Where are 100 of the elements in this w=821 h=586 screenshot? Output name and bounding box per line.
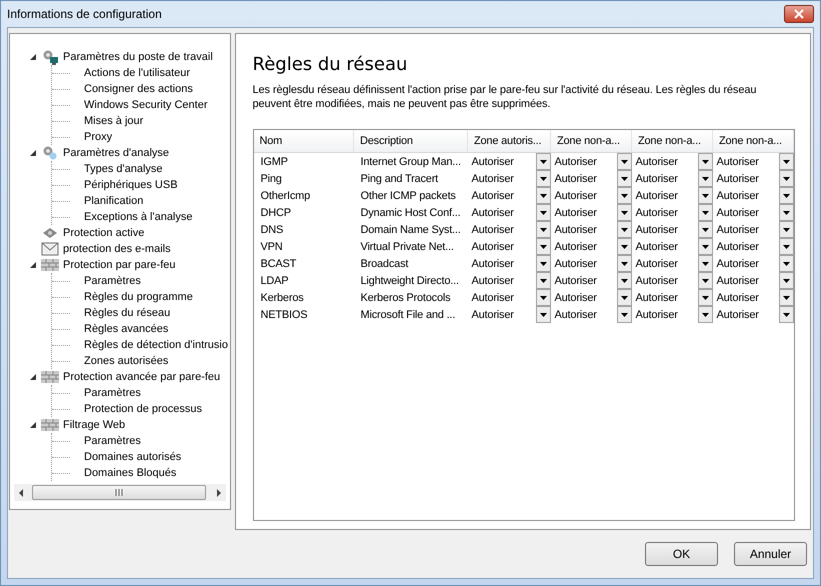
tree-item[interactable]: Protection avancée par pare-feu (62, 371, 222, 383)
dropdown[interactable]: Autoriser (716, 170, 794, 186)
dropdown[interactable]: Autoriser (716, 204, 794, 220)
dropdown[interactable]: Autoriser (636, 222, 712, 238)
tree-item[interactable]: Protection active (62, 227, 146, 239)
dropdown[interactable]: Autoriser (636, 290, 712, 306)
dropdown-arrow-icon (782, 176, 790, 180)
column-header[interactable]: Zone non-a... (632, 130, 712, 152)
dropdown[interactable]: Autoriser (554, 170, 632, 186)
dropdown[interactable]: Autoriser (472, 204, 550, 220)
table-cell-text: BCAST (260, 256, 298, 272)
close-button[interactable] (784, 5, 814, 23)
dropdown[interactable]: Autoriser (636, 154, 712, 170)
tree-item[interactable]: Proxy (84, 131, 112, 143)
tree-item[interactable]: Types d'analyse (84, 163, 163, 175)
dropdown[interactable]: Autoriser (472, 256, 550, 272)
dialog-button[interactable]: OK (645, 542, 718, 566)
tree-item[interactable]: Protection par pare-feu (62, 259, 177, 271)
dropdown[interactable]: Autoriser (472, 154, 550, 170)
brick-wall-icon (41, 259, 59, 271)
dropdown-arrow-icon (782, 244, 790, 248)
tree-item[interactable]: Paramètres du poste de travail (62, 51, 214, 63)
tree-item[interactable]: Actions de l'utilisateur (84, 67, 190, 79)
dropdown[interactable]: Autoriser (636, 170, 712, 186)
tree-item[interactable]: Règles du programme (84, 291, 193, 303)
scrollbar-thumb[interactable] (32, 485, 206, 500)
tree-item[interactable]: protection des e-mails (62, 243, 172, 255)
dropdown[interactable]: Autoriser (472, 306, 550, 322)
tree-item[interactable]: Règles de détection d'intrusio (84, 339, 228, 351)
tree-item[interactable]: Paramètres (84, 387, 141, 399)
dropdown[interactable]: Autoriser (636, 306, 712, 322)
dropdown[interactable]: Autoriser (716, 238, 794, 254)
column-header[interactable]: Description (354, 130, 468, 152)
table-cell-text: Other ICMP packets (360, 188, 457, 204)
table-cell: IGMP (254, 152, 354, 170)
tree-item[interactable]: Consigner des actions (84, 83, 193, 95)
dropdown[interactable]: Autoriser (716, 154, 794, 170)
dropdown[interactable]: Autoriser (716, 222, 794, 238)
expander-icon[interactable] (28, 148, 38, 158)
dropdown[interactable]: Autoriser (472, 238, 550, 254)
dropdown[interactable]: Autoriser (716, 272, 794, 288)
dropdown[interactable]: Autoriser (716, 256, 794, 272)
expander-icon[interactable] (28, 52, 38, 62)
dropdown[interactable]: Autoriser (716, 290, 794, 306)
tree-item[interactable]: Règles avancées (84, 323, 168, 335)
dropdown[interactable]: Autoriser (554, 272, 632, 288)
dropdown[interactable]: Autoriser (472, 290, 550, 306)
dropdown-arrow-icon (702, 296, 708, 300)
column-header[interactable]: Zone non-a... (712, 130, 794, 152)
tree-item[interactable]: Paramètres (84, 435, 141, 447)
tree-item[interactable]: Périphériques USB (84, 179, 178, 191)
dropdown[interactable]: Autoriser (472, 222, 550, 238)
dropdown[interactable]: Autoriser (554, 154, 632, 170)
table-cell-text: LDAP (260, 274, 290, 288)
dropdown[interactable]: Autoriser (636, 204, 712, 220)
tree-item[interactable]: Mises à jour (84, 115, 144, 127)
expander-icon[interactable] (28, 260, 38, 270)
tree-item[interactable]: Planification (84, 195, 144, 207)
dropdown[interactable]: Autoriser (716, 188, 794, 204)
dropdown[interactable]: Autoriser (554, 204, 632, 220)
expander-icon[interactable] (28, 420, 38, 430)
dropdown[interactable]: Autoriser (636, 272, 712, 288)
dropdown[interactable]: Autoriser (472, 272, 550, 288)
dropdown[interactable]: Autoriser (636, 238, 712, 254)
dropdown-arrow-icon (540, 262, 546, 266)
table-cell-text: Dynamic Host Conf... (360, 206, 462, 220)
tree-item[interactable]: Paramètres (84, 275, 141, 287)
dropdown[interactable]: Autoriser (554, 238, 632, 254)
dropdown[interactable]: Autoriser (636, 256, 712, 272)
dialog-button[interactable]: Annuler (734, 542, 807, 566)
tree-item[interactable]: Paramètres d'analyse (62, 147, 170, 159)
dropdown-arrow-icon (620, 262, 628, 266)
dropdown[interactable]: Autoriser (636, 188, 712, 204)
tree-item[interactable]: Windows Security Center (84, 99, 208, 111)
tree-item[interactable]: Protection de processus (84, 403, 202, 415)
column-header[interactable]: Nom (254, 130, 354, 152)
tree-item[interactable]: Exceptions à l'analyse (84, 211, 192, 223)
tree-item[interactable]: Domaines autorisés (84, 451, 182, 463)
column-header[interactable]: Zone autoris... (468, 130, 550, 152)
dropdown[interactable]: Autoriser (554, 256, 632, 272)
envelope-icon (41, 242, 59, 256)
table-cell-text: OtherIcmp (260, 188, 312, 204)
dropdown[interactable]: Autoriser (554, 306, 632, 322)
dropdown-arrow-icon (782, 210, 790, 214)
dropdown[interactable]: Autoriser (716, 306, 794, 322)
dropdown[interactable]: Autoriser (554, 188, 632, 204)
tree-item[interactable]: Filtrage Web (62, 419, 126, 431)
tree-item[interactable]: Règles du réseau (84, 307, 170, 319)
dropdown-arrow-icon (782, 296, 790, 300)
column-header[interactable]: Zone non-a... (550, 130, 632, 152)
tree-item[interactable]: Zones autorisées (84, 355, 168, 367)
dropdown-arrow-icon (702, 228, 708, 232)
dropdown-arrow-icon (540, 210, 546, 214)
expander-icon[interactable] (28, 372, 38, 382)
table-cell-text: Kerberos (260, 290, 305, 306)
dropdown[interactable]: Autoriser (472, 188, 550, 204)
dropdown[interactable]: Autoriser (472, 170, 550, 186)
dropdown[interactable]: Autoriser (554, 290, 632, 306)
dropdown[interactable]: Autoriser (554, 222, 632, 238)
tree-item[interactable]: Domaines Bloqués (84, 467, 176, 479)
